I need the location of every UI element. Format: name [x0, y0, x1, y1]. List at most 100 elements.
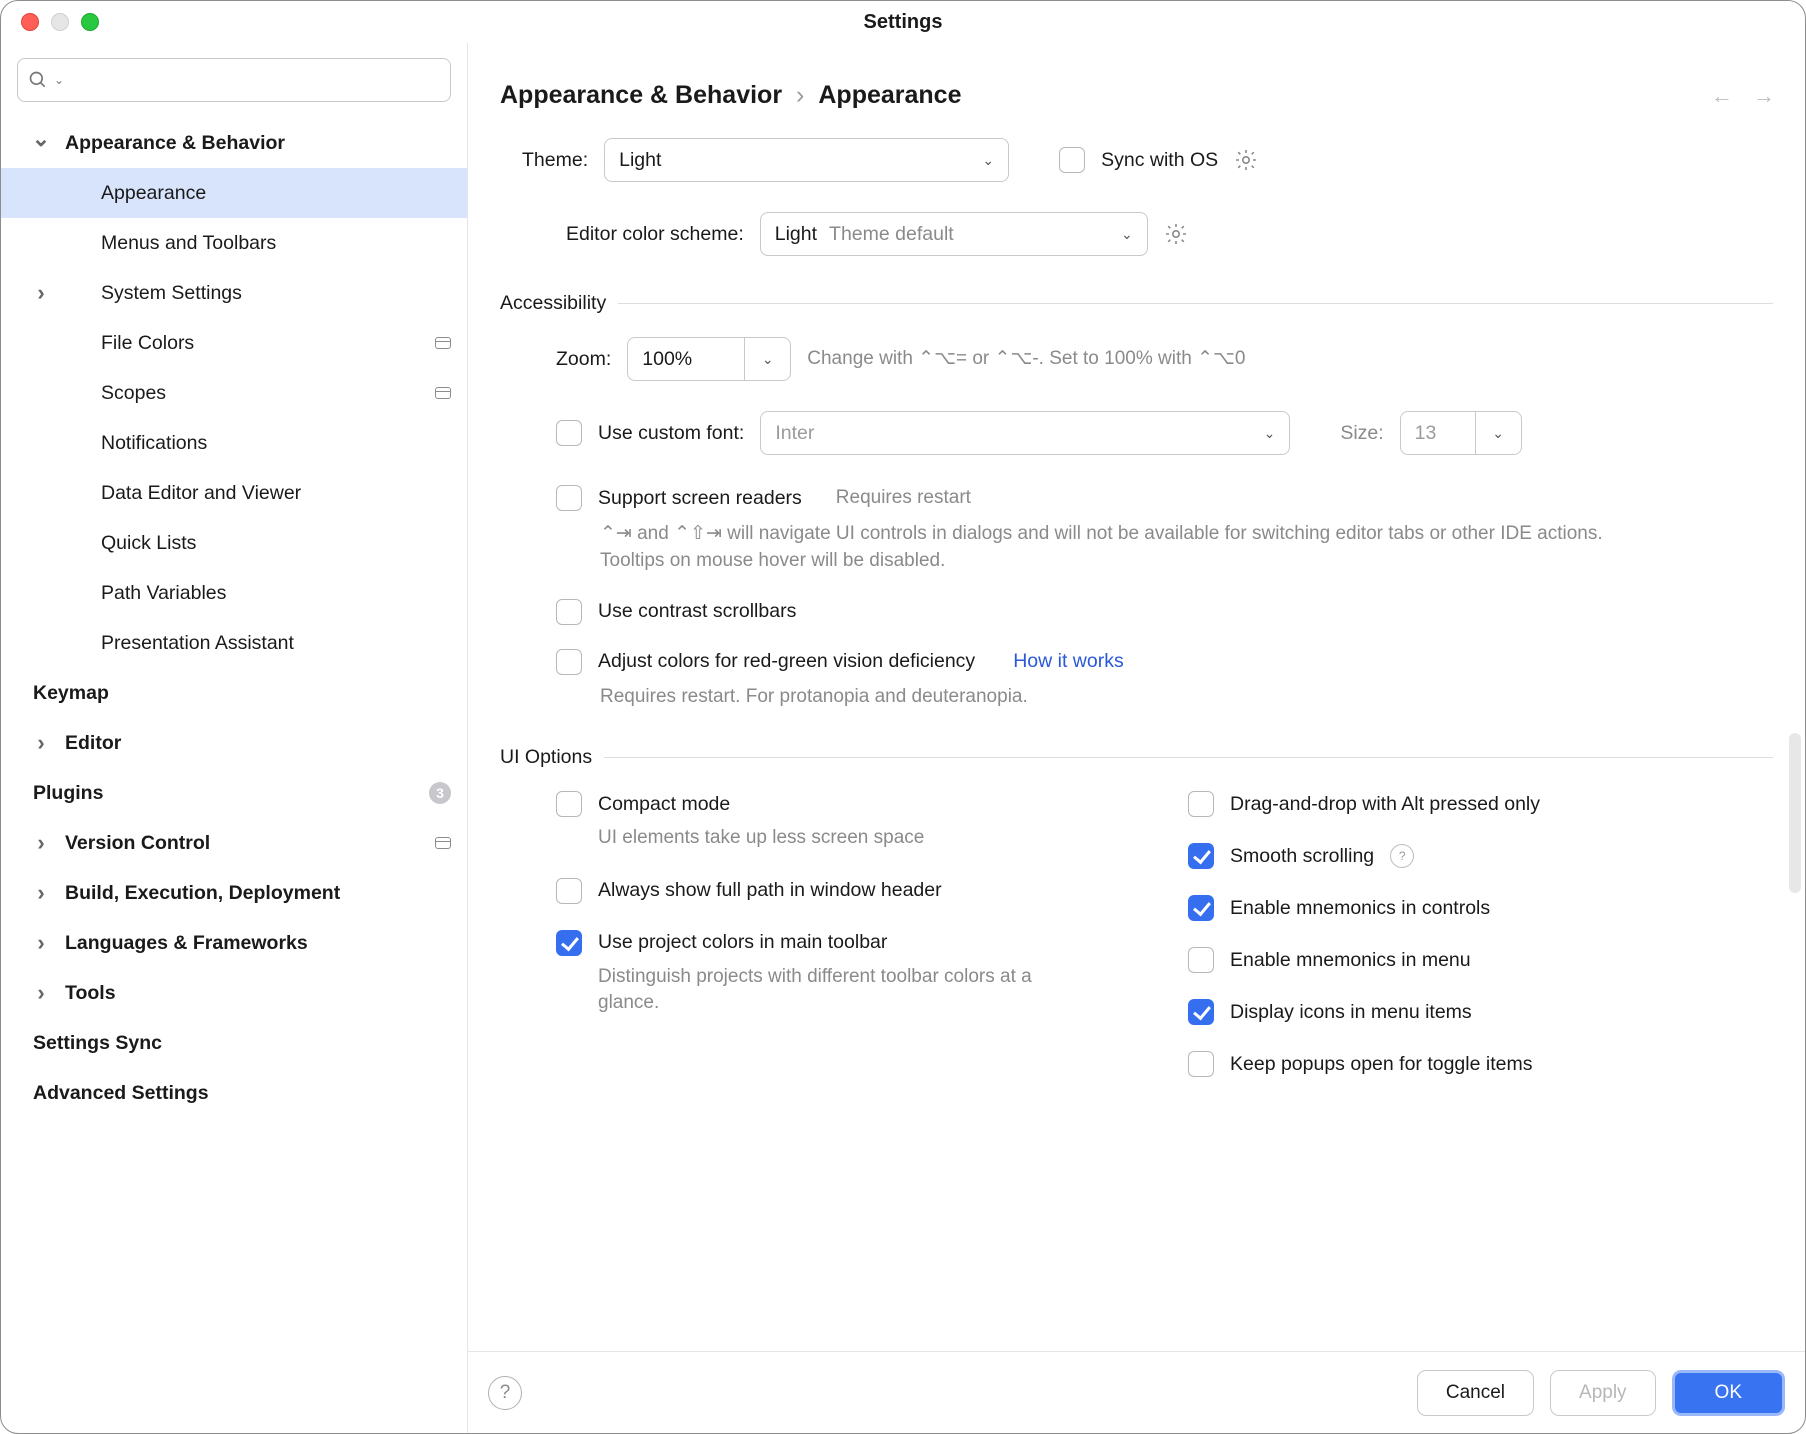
font-size-input[interactable]: 13 — [1400, 411, 1476, 455]
gear-icon[interactable] — [1164, 222, 1188, 246]
sync-os-label: Sync with OS — [1101, 149, 1218, 172]
sidebar-item[interactable]: Appearance & Behavior — [1, 118, 467, 168]
mnemonics-menu-label: Enable mnemonics in menu — [1230, 949, 1471, 972]
icons-menu-checkbox[interactable] — [1188, 999, 1214, 1025]
zoom-value: 100% — [642, 348, 692, 371]
chevron-right-icon — [31, 830, 51, 856]
zoom-hint: Change with ⌃⌥= or ⌃⌥-. Set to 100% with… — [807, 346, 1245, 373]
apply-button[interactable]: Apply — [1550, 1370, 1656, 1416]
sidebar-item-label: Quick Lists — [101, 532, 196, 555]
sidebar-item-label: Data Editor and Viewer — [101, 482, 301, 505]
sidebar-item-label: Advanced Settings — [33, 1082, 209, 1105]
screen-readers-restart: Requires restart — [836, 485, 971, 512]
chevron-right-icon — [31, 280, 51, 306]
custom-font-select[interactable]: Inter ⌄ — [760, 411, 1290, 455]
screen-readers-checkbox[interactable] — [556, 485, 582, 511]
sidebar-item[interactable]: Path Variables — [1, 568, 467, 618]
sidebar-item[interactable]: Scopes — [1, 368, 467, 418]
scheme-suffix: Theme default — [829, 223, 1109, 246]
forward-arrow-icon[interactable]: → — [1753, 83, 1775, 109]
sidebar-item[interactable]: Settings Sync — [1, 1018, 467, 1068]
zoom-input[interactable]: 100% — [627, 337, 745, 381]
keep-popups-checkbox[interactable] — [1188, 1051, 1214, 1077]
mnemonics-controls-checkbox[interactable] — [1188, 895, 1214, 921]
search-input[interactable]: ⌄ — [17, 58, 451, 102]
sidebar-item[interactable]: Plugins3 — [1, 768, 467, 818]
compact-mode-desc: UI elements take up less screen space — [556, 825, 1056, 852]
sidebar-item[interactable]: Menus and Toolbars — [1, 218, 467, 268]
sidebar-item[interactable]: Build, Execution, Deployment — [1, 868, 467, 918]
compact-mode-checkbox[interactable] — [556, 791, 582, 817]
sidebar-item[interactable]: Advanced Settings — [1, 1068, 467, 1118]
sidebar-item[interactable]: Presentation Assistant — [1, 618, 467, 668]
screen-readers-label: Support screen readers — [598, 487, 802, 510]
keep-popups-label: Keep popups open for toggle items — [1230, 1053, 1532, 1076]
window-title: Settings — [864, 11, 943, 34]
smooth-scrolling-checkbox[interactable] — [1188, 843, 1214, 869]
font-size-dropdown[interactable]: ⌄ — [1476, 411, 1522, 455]
chevron-right-icon — [31, 730, 51, 756]
ok-button[interactable]: OK — [1672, 1370, 1785, 1416]
dnd-alt-checkbox[interactable] — [1188, 791, 1214, 817]
scrollbar[interactable] — [1789, 733, 1801, 893]
contrast-scrollbars-checkbox[interactable] — [556, 599, 582, 625]
scheme-label: Editor color scheme: — [566, 223, 744, 246]
chevron-down-icon: ⌄ — [1121, 226, 1133, 243]
chevron-down-icon: ⌄ — [762, 351, 774, 368]
custom-font-value: Inter — [775, 422, 814, 445]
minimize-window-button[interactable] — [51, 13, 69, 31]
project-scope-icon — [435, 337, 451, 349]
zoom-dropdown[interactable]: ⌄ — [745, 337, 791, 381]
sidebar-item[interactable]: System Settings — [1, 268, 467, 318]
custom-font-checkbox[interactable] — [556, 420, 582, 446]
sidebar-item-label: Presentation Assistant — [101, 632, 294, 655]
how-it-works-link[interactable]: How it works — [1013, 650, 1124, 673]
cancel-button[interactable]: Cancel — [1417, 1370, 1534, 1416]
full-path-checkbox[interactable] — [556, 878, 582, 904]
info-icon[interactable]: ? — [1390, 844, 1414, 868]
footer: ? Cancel Apply OK — [468, 1351, 1805, 1433]
chevron-right-icon — [31, 980, 51, 1006]
theme-select[interactable]: Light ⌄ — [604, 138, 1009, 182]
scheme-select[interactable]: Light Theme default ⌄ — [760, 212, 1148, 256]
sidebar-item[interactable]: Appearance — [1, 168, 467, 218]
screen-readers-desc: ⌃⇥ and ⌃⇧⇥ will navigate UI controls in … — [556, 520, 1656, 575]
sidebar-item-label: System Settings — [101, 282, 242, 305]
sidebar-item[interactable]: Version Control — [1, 818, 467, 868]
color-deficiency-checkbox[interactable] — [556, 649, 582, 675]
contrast-scrollbars-label: Use contrast scrollbars — [598, 600, 796, 623]
sidebar-item-label: Plugins — [33, 782, 103, 805]
project-scope-icon — [435, 837, 451, 849]
close-window-button[interactable] — [21, 13, 39, 31]
breadcrumb-parent[interactable]: Appearance & Behavior — [500, 81, 782, 110]
mnemonics-menu-checkbox[interactable] — [1188, 947, 1214, 973]
chevron-right-icon — [31, 880, 51, 906]
sidebar-item[interactable]: File Colors — [1, 318, 467, 368]
maximize-window-button[interactable] — [81, 13, 99, 31]
theme-label: Theme: — [522, 149, 588, 172]
gear-icon[interactable] — [1234, 148, 1258, 172]
chevron-down-icon — [31, 130, 51, 156]
sidebar-item-label: Menus and Toolbars — [101, 232, 276, 255]
sidebar-item[interactable]: Keymap — [1, 668, 467, 718]
settings-tree[interactable]: Appearance & Behavior Appearance Menus and… — [1, 114, 467, 1433]
sync-os-checkbox[interactable] — [1059, 147, 1085, 173]
sidebar-item[interactable]: Tools — [1, 968, 467, 1018]
sidebar-item[interactable]: Languages & Frameworks — [1, 918, 467, 968]
back-arrow-icon[interactable]: ← — [1711, 83, 1733, 109]
icons-menu-label: Display icons in menu items — [1230, 1001, 1472, 1024]
sidebar-item[interactable]: Data Editor and Viewer — [1, 468, 467, 518]
project-scope-icon — [435, 387, 451, 399]
sidebar-item-label: Keymap — [33, 682, 109, 705]
project-colors-checkbox[interactable] — [556, 930, 582, 956]
sidebar-item[interactable]: Notifications — [1, 418, 467, 468]
sidebar-item-label: Appearance — [101, 182, 206, 205]
sidebar-item[interactable]: Quick Lists — [1, 518, 467, 568]
search-icon — [28, 70, 48, 90]
sidebar-item-label: Scopes — [101, 382, 166, 405]
help-button[interactable]: ? — [488, 1376, 522, 1410]
breadcrumb-row: Appearance & Behavior › Appearance ← → — [468, 43, 1805, 138]
section-ui-options: UI Options — [500, 746, 1773, 769]
sidebar-item[interactable]: Editor — [1, 718, 467, 768]
dnd-alt-label: Drag-and-drop with Alt pressed only — [1230, 793, 1540, 816]
